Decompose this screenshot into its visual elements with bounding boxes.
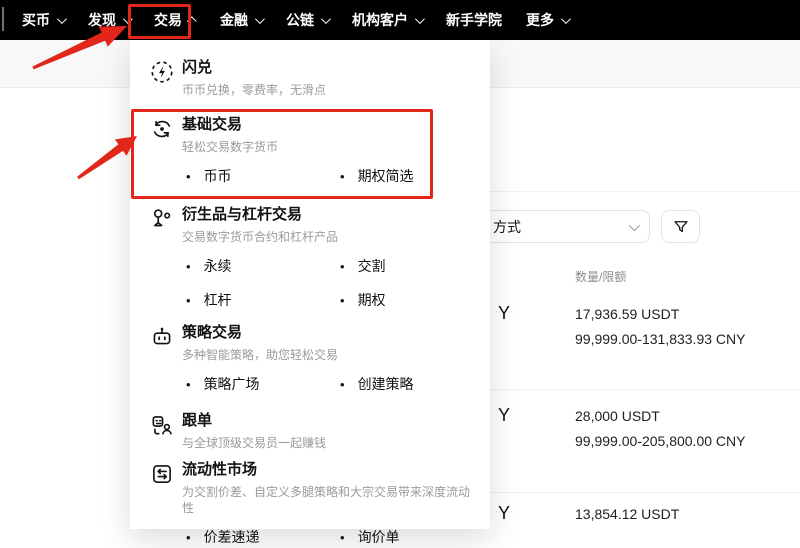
menu-section-liquidity[interactable]: 流动性市场 为交割价差、自定义多腿策略和大宗交易带来深度流动性 价差速递 询价单 [130, 460, 490, 548]
row-amount: 13,854.12 USDT [575, 506, 680, 522]
menu-link-create-strategy[interactable]: 创建策略 [340, 374, 474, 395]
method-select[interactable]: 方式 [470, 210, 650, 243]
nav-item-label: 发现 [88, 12, 116, 28]
nav-item-label: 金融 [220, 12, 248, 28]
nav-item-label: 新手学院 [446, 12, 502, 28]
nav-item-chain[interactable]: 公链 [286, 10, 331, 30]
menu-link-rfq[interactable]: 询价单 [340, 527, 474, 548]
nav-item-buy-crypto[interactable]: 买币 [22, 10, 67, 30]
chevron-down-icon [560, 13, 571, 24]
row-currency: Y [498, 303, 511, 323]
funnel-icon [673, 220, 688, 232]
row-currency: Y [498, 503, 511, 523]
logo-edge [2, 7, 4, 31]
chevron-down-icon [414, 13, 425, 24]
menu-section-copy-trading[interactable]: 跟单 与全球顶级交易员一起赚钱 [130, 411, 490, 451]
row-limit: 99,999.00-131,833.93 CNY [575, 331, 746, 347]
chevron-down-icon [56, 13, 67, 24]
section-subtitle: 多种智能策略，助您轻松交易 [182, 348, 339, 362]
nav-item-academy[interactable]: 新手学院 [446, 10, 502, 30]
basic-trading-icon [153, 120, 171, 138]
amount-column-header: 数量/限额 [575, 270, 627, 284]
menu-section-convert[interactable]: 闪兑 币币兑换，零费率，无滑点 [130, 58, 490, 98]
chevron-down-icon [320, 13, 331, 24]
section-title: 基础交易 [182, 116, 243, 133]
section-subtitle: 与全球顶级交易员一起赚钱 [182, 436, 327, 450]
table-row: 28,000 USDT 99,999.00-205,800.00 CNY [575, 404, 745, 454]
row-divider [490, 389, 800, 390]
chevron-up-icon [186, 15, 197, 26]
section-title: 闪兑 [182, 59, 213, 76]
chevron-down-icon [122, 13, 133, 24]
nav-item-more[interactable]: 更多 [526, 10, 571, 30]
menu-section-derivatives[interactable]: 衍生品与杠杆交易 交易数字货币合约和杠杆产品 永续 交割 杠杆 期权 [130, 205, 490, 311]
menu-link-perpetual[interactable]: 永续 [186, 256, 340, 277]
menu-section-strategy[interactable]: 策略交易 多种智能策略，助您轻松交易 策略广场 创建策略 [130, 323, 490, 395]
nav-item-label: 公链 [286, 12, 314, 28]
nav-item-trade[interactable]: 交易 [154, 10, 197, 30]
section-subtitle: 为交割价差、自定义多腿策略和大宗交易带来深度流动性 [182, 485, 471, 515]
nav-item-institutional[interactable]: 机构客户 [352, 10, 425, 30]
derivatives-icon [153, 209, 171, 227]
row-amount: 17,936.59 USDT [575, 306, 680, 322]
menu-link-options[interactable]: 期权 [340, 290, 474, 311]
row-limit: 99,999.00-205,800.00 CNY [575, 433, 746, 449]
row-divider [490, 492, 800, 493]
menu-link-easy-options[interactable]: 期权简选 [340, 166, 474, 187]
menu-link-spot[interactable]: 币币 [186, 166, 340, 187]
nav-item-label: 买币 [22, 12, 50, 28]
chevron-down-icon [628, 219, 641, 231]
menu-link-futures[interactable]: 交割 [340, 256, 474, 277]
menu-section-basic-trading[interactable]: 基础交易 轻松交易数字货币 币币 期权简选 [130, 115, 490, 187]
filter-button[interactable] [661, 210, 700, 243]
menu-link-spread-express[interactable]: 价差速递 [186, 527, 340, 548]
liquidity-icon [153, 465, 171, 483]
menu-link-strategy-square[interactable]: 策略广场 [186, 374, 340, 395]
menu-link-margin[interactable]: 杠杆 [186, 290, 340, 311]
section-title: 策略交易 [182, 324, 243, 341]
nav-item-discover[interactable]: 发现 [88, 10, 133, 30]
section-subtitle: 交易数字货币合约和杠杆产品 [182, 230, 339, 244]
copy-trading-icon [152, 416, 172, 435]
section-subtitle: 轻松交易数字货币 [182, 140, 279, 154]
nav-item-label: 更多 [526, 12, 554, 28]
section-title: 衍生品与杠杆交易 [182, 206, 303, 223]
row-amount: 28,000 USDT [575, 408, 660, 424]
nav-item-finance[interactable]: 金融 [220, 10, 265, 30]
table-row: 13,854.12 USDT [575, 502, 679, 527]
trade-dropdown-menu: 闪兑 币币兑换，零费率，无滑点 基础交易 轻松交易数字货币 币币 期权简选 [130, 40, 490, 545]
section-subtitle: 币币兑换，零费率，无滑点 [182, 83, 327, 97]
nav-item-label: 机构客户 [352, 12, 408, 28]
strategy-icon [153, 327, 171, 345]
row-currency: Y [498, 405, 511, 425]
flash-exchange-icon [151, 61, 173, 83]
table-row: 17,936.59 USDT 99,999.00-131,833.93 CNY [575, 302, 745, 352]
top-navbar: 买币 发现 交易 金融 公链 机构客户 新手学院 更多 [0, 0, 800, 40]
method-select-value: 方式 [493, 218, 521, 235]
nav-item-label: 交易 [154, 12, 182, 28]
section-title: 流动性市场 [182, 461, 258, 478]
chevron-down-icon [254, 13, 265, 24]
section-title: 跟单 [182, 412, 213, 429]
arrow-to-basic-trading [77, 136, 137, 180]
divider [490, 191, 800, 192]
